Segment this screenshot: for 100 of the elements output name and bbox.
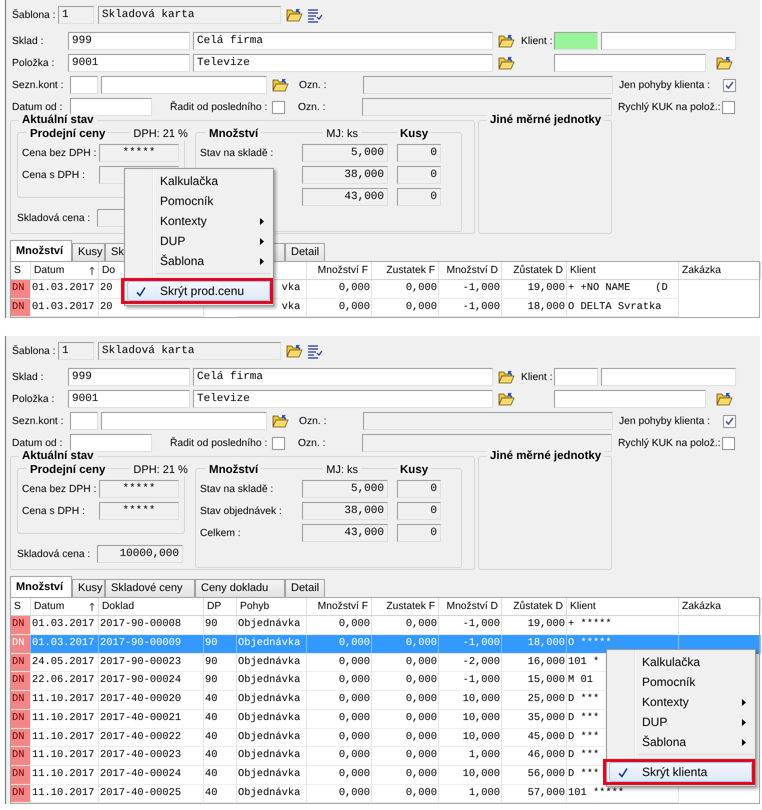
checkbox[interactable] [723,414,736,428]
tab[interactable]: Kusy [72,243,105,261]
tab[interactable]: Detail [285,579,325,598]
folder-icon[interactable] [286,344,303,358]
folder-icon[interactable] [286,8,303,22]
input-field[interactable] [601,32,736,50]
column-header[interactable]: S [11,598,31,616]
input-field[interactable]: 5,000 [302,144,388,162]
input-field[interactable]: 10000,000 [97,545,183,564]
list-icon[interactable] [307,8,323,22]
input-field[interactable]: Celá firma [193,368,493,386]
folder-icon[interactable] [716,392,733,406]
column-header[interactable]: DP [204,598,237,616]
menu-item[interactable]: Pomocník [127,191,271,211]
tab[interactable]: Detail [285,243,325,261]
column-header[interactable]: Množství D [439,262,502,279]
input-field[interactable]: 999 [68,32,190,50]
menu-item[interactable]: Skrýt prod.cenu [127,281,270,301]
checkbox[interactable] [272,100,285,114]
input-field[interactable]: 0 [397,524,441,542]
input-field[interactable]: ***** [99,480,179,498]
input-field[interactable]: 0 [397,188,441,206]
column-header[interactable]: Množství D [439,598,502,616]
input-field[interactable] [554,368,598,386]
input-field[interactable] [70,412,98,430]
input-field[interactable] [554,32,598,50]
folder-icon[interactable] [272,414,289,428]
tab[interactable]: Ceny dokladu [195,579,285,598]
column-header[interactable]: Zůstatek D [502,262,567,279]
input-field[interactable] [554,54,706,72]
column-header[interactable]: Doklad [99,598,204,616]
checkbox[interactable] [272,436,285,450]
menu-item[interactable]: Kontexty [127,211,271,231]
tab[interactable]: Množství [10,576,72,598]
input-field[interactable]: 9001 [68,54,190,72]
tab[interactable]: Množství [10,240,72,261]
column-header[interactable]: Klient [567,598,679,616]
input-field[interactable] [70,98,152,116]
column-header[interactable]: Zustatek F [372,262,439,279]
input-field[interactable] [363,76,613,94]
input-field[interactable]: 38,000 [302,502,388,520]
input-field[interactable]: 38,000 [302,166,388,184]
menu-item[interactable]: Šablona [127,251,271,271]
folder-icon[interactable] [498,56,515,70]
input-field[interactable]: Skladová karta [98,6,281,24]
input-field[interactable] [363,412,613,430]
input-field[interactable] [554,390,706,408]
folder-icon[interactable] [498,392,515,406]
checkbox[interactable] [722,100,735,114]
folder-icon[interactable] [498,34,515,48]
input-field[interactable]: 1 [58,6,94,24]
tab[interactable]: Skladové ceny [105,579,195,598]
column-header[interactable]: S [11,262,31,279]
input-field[interactable]: 0 [397,166,441,184]
input-field[interactable]: Televize [193,54,493,72]
list-icon[interactable] [307,344,323,359]
input-field[interactable]: 999 [68,368,190,386]
input-field[interactable]: Televize [193,390,493,408]
menu-item[interactable]: Šablona [609,732,753,752]
column-header[interactable]: Množství F [307,598,372,616]
column-header[interactable]: Zakázka [679,598,761,616]
input-field[interactable] [362,98,612,116]
input-field[interactable] [70,434,152,452]
input-field[interactable] [101,412,267,430]
input-field[interactable]: 1 [58,342,94,360]
input-field[interactable]: 0 [397,502,441,520]
tab[interactable]: Kusy [72,579,105,598]
input-field[interactable]: 0 [397,480,441,498]
input-field[interactable]: 5,000 [302,480,388,498]
input-field[interactable]: Celá firma [193,32,493,50]
folder-icon[interactable] [272,78,289,92]
input-field[interactable] [601,368,736,386]
checkbox[interactable] [722,436,735,450]
column-header[interactable]: Datum [31,262,99,279]
folder-icon[interactable] [716,56,733,70]
menu-item[interactable]: DUP [609,712,753,732]
input-field[interactable]: ***** [99,502,179,520]
input-field[interactable]: Skladová karta [98,342,281,360]
column-header[interactable]: Pohyb [237,598,307,616]
menu-item[interactable]: DUP [127,231,271,251]
input-field[interactable]: 43,000 [302,188,388,206]
column-header[interactable]: Datum [31,598,99,616]
menu-item[interactable]: Kalkulačka [609,652,753,672]
input-field[interactable]: 9001 [68,390,190,408]
folder-icon[interactable] [498,370,515,384]
menu-item[interactable]: Skrýt klienta [609,762,752,782]
column-header[interactable]: Množství F [307,262,372,279]
column-header[interactable]: Klient [567,262,679,279]
input-field[interactable]: 0 [397,144,441,162]
input-field[interactable]: 43,000 [302,524,388,542]
menu-item[interactable]: Pomocník [609,672,753,692]
input-field[interactable] [101,76,267,94]
column-header[interactable]: Zůstatek D [502,598,567,616]
menu-item[interactable]: Kalkulačka [127,171,271,191]
checkbox[interactable] [723,78,736,92]
input-field[interactable]: ***** [99,144,179,162]
column-header[interactable]: Zakázka [679,262,761,279]
column-header[interactable]: Zustatek F [372,598,439,616]
input-field[interactable] [70,76,98,94]
menu-item[interactable]: Kontexty [609,692,753,712]
